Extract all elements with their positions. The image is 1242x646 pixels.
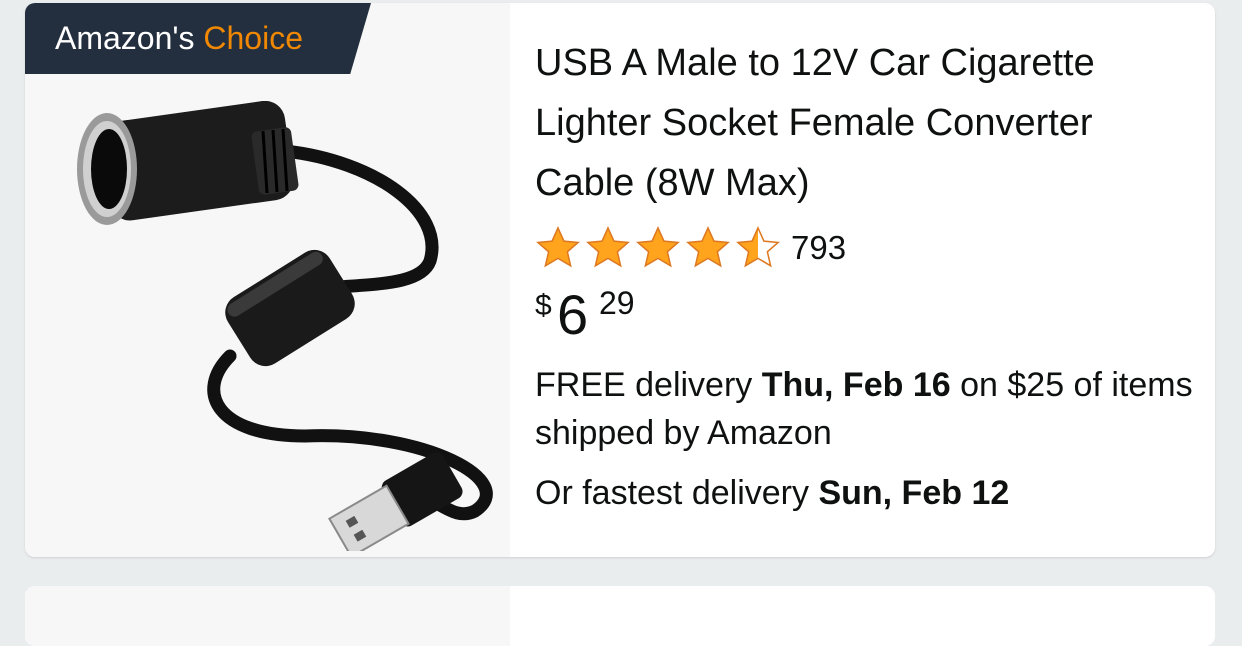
star-icon bbox=[586, 226, 630, 268]
star-rating bbox=[535, 226, 781, 270]
fastest-text: Or fastest delivery bbox=[535, 474, 809, 512]
next-product-image-pane bbox=[25, 586, 510, 646]
fastest-date: Sun, Feb 12 bbox=[818, 474, 1010, 512]
star-icon bbox=[536, 226, 580, 268]
next-product-card[interactable] bbox=[25, 586, 1215, 646]
star-icon bbox=[636, 226, 680, 268]
product-title[interactable]: USB A Male to 12V Car Cigarette Lighter … bbox=[535, 33, 1195, 213]
price-whole: 6 bbox=[557, 283, 589, 346]
delivery-date: Thu, Feb 16 bbox=[761, 366, 951, 404]
delivery-info: FREE delivery Thu, Feb 16 on $25 of item… bbox=[535, 361, 1195, 457]
product-image[interactable] bbox=[45, 100, 515, 557]
price-symbol: $ bbox=[535, 289, 552, 322]
product-card[interactable]: Amazon's Choice USB A Male to 12V Car Ci… bbox=[25, 3, 1215, 557]
product-info: USB A Male to 12V Car Cigarette Lighter … bbox=[535, 33, 1195, 517]
product-image-pane[interactable]: Amazon's Choice bbox=[25, 3, 510, 557]
delivery-text: FREE delivery bbox=[535, 366, 753, 404]
half-star-icon bbox=[736, 226, 780, 268]
rating-count[interactable]: 793 bbox=[791, 229, 846, 267]
badge-highlight: Choice bbox=[203, 20, 303, 56]
price: $ 6 29 bbox=[535, 283, 1195, 347]
fastest-delivery: Or fastest delivery Sun, Feb 12 bbox=[535, 469, 1195, 517]
amazons-choice-badge: Amazon's Choice bbox=[25, 3, 371, 74]
price-fraction: 29 bbox=[599, 285, 635, 321]
badge-prefix: Amazon's bbox=[55, 20, 195, 56]
rating-row[interactable]: 793 bbox=[535, 223, 1195, 273]
star-icon bbox=[686, 226, 730, 268]
